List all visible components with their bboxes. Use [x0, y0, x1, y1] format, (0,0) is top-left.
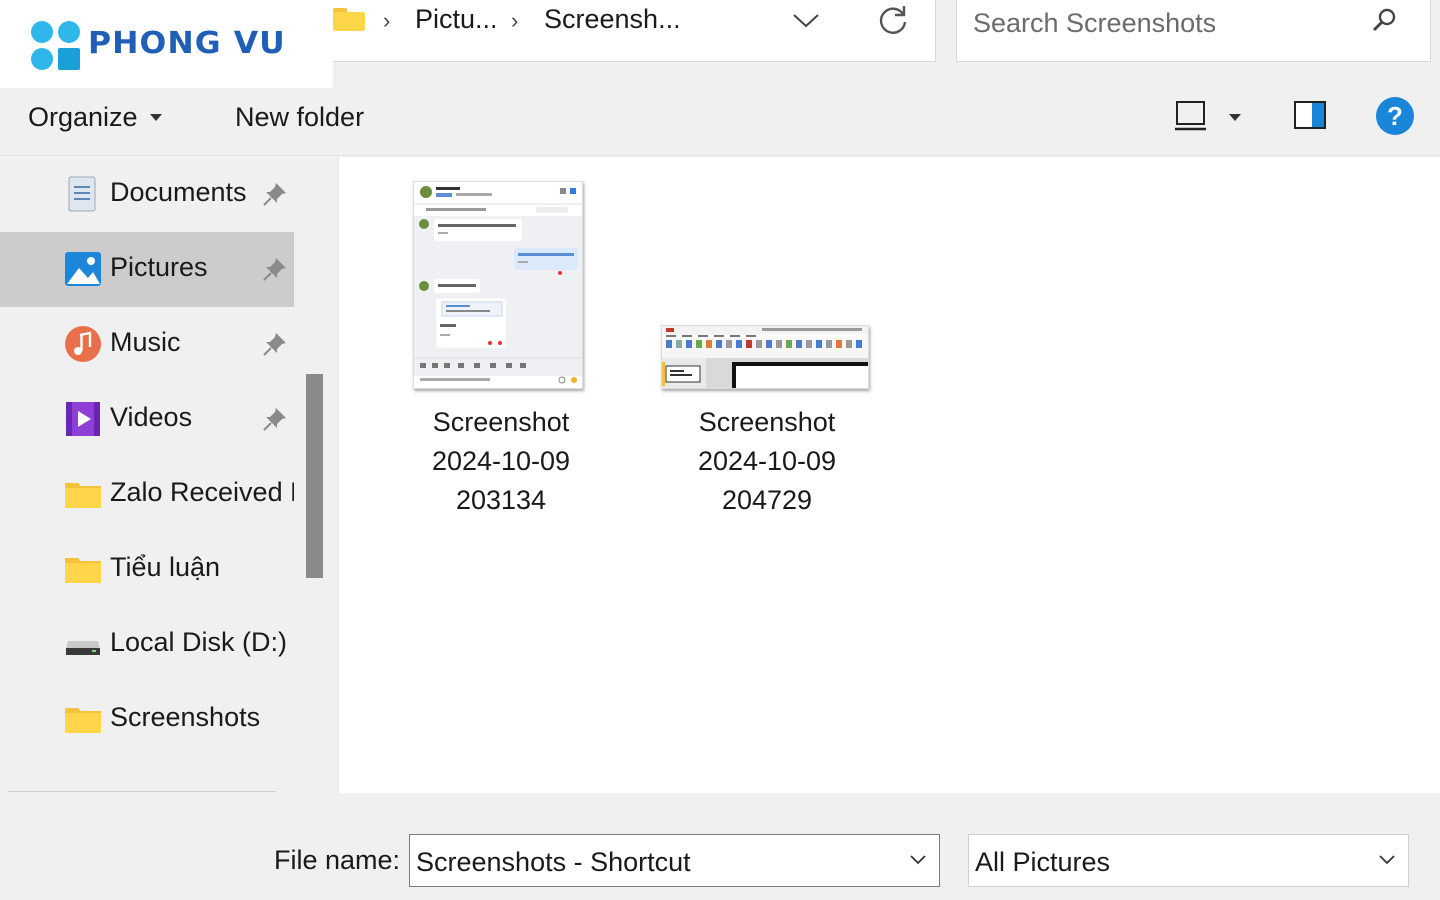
folder-icon	[65, 483, 101, 508]
sidebar-item-label: Screenshots	[110, 702, 261, 732]
sidebar-item-videos[interactable]: Videos	[0, 382, 294, 457]
address-bar[interactable]: › Pictu... › Screensh...	[300, 0, 936, 62]
new-folder-button[interactable]: New folder	[235, 102, 364, 133]
file-name-line: 2024-10-09	[697, 446, 837, 476]
search-icon[interactable]	[1369, 6, 1399, 36]
file-name-label: File name:	[274, 845, 401, 875]
sidebar-item-documents[interactable]: Documents	[0, 157, 294, 232]
navigation-pane: Documents Pictures Music Videos Zalo Rec…	[0, 157, 296, 793]
file-name-line: 204729	[721, 485, 813, 515]
folder-icon	[333, 8, 365, 31]
sidebar-item-label: Tiểu luận	[110, 552, 221, 582]
pin-icon[interactable]	[262, 331, 288, 357]
pictures-icon	[65, 252, 101, 286]
sidebar-item-label: Documents	[110, 177, 247, 207]
file-name-line: 203134	[455, 485, 547, 515]
videos-icon	[66, 402, 100, 436]
breadcrumb-separator-icon: ›	[383, 8, 391, 33]
organize-button[interactable]: Organize	[28, 102, 138, 133]
chevron-down-icon[interactable]	[1377, 851, 1397, 867]
sidebar-item-local-disk-d[interactable]: Local Disk (D:)	[0, 607, 294, 682]
view-layout-icon[interactable]	[1174, 100, 1208, 132]
pin-icon[interactable]	[262, 406, 288, 432]
file-item-screenshot-203134[interactable]: Screenshot 2024-10-09 203134	[391, 403, 611, 520]
file-list-view[interactable]: Screenshot 2024-10-09 203134 Screenshot …	[338, 157, 1440, 793]
sidebar-item-label: Pictures	[110, 252, 208, 282]
file-thumbnail[interactable]	[413, 181, 583, 389]
sidebar-item-screenshots[interactable]: Screenshots	[0, 682, 294, 757]
breadcrumb-separator-icon: ›	[511, 8, 519, 33]
help-icon[interactable]: ?	[1375, 96, 1415, 136]
breadcrumb-screenshots[interactable]: Screensh...	[544, 4, 681, 35]
sidebar-scrollbar-thumb[interactable]	[306, 374, 323, 578]
divider	[8, 791, 276, 792]
file-name-value[interactable]: Screenshots - Shortcut	[416, 847, 691, 878]
chevron-down-icon[interactable]	[908, 851, 928, 867]
pin-icon[interactable]	[262, 181, 288, 207]
preview-pane-icon[interactable]	[1293, 100, 1327, 130]
sidebar-item-tieu-luan[interactable]: Tiểu luận	[0, 532, 294, 607]
file-name-line: Screenshot	[698, 407, 836, 437]
file-item-screenshot-204729[interactable]: Screenshot 2024-10-09 204729	[657, 403, 877, 520]
breadcrumb-pictures[interactable]: Pictu...	[415, 4, 498, 35]
refresh-icon[interactable]	[875, 2, 911, 38]
pin-icon[interactable]	[262, 256, 288, 282]
logo-mark-icon	[28, 20, 82, 72]
brand-logo: PHONG VU	[0, 0, 333, 88]
file-dialog-footer: File name: Screenshots - Shortcut All Pi…	[0, 793, 1440, 900]
search-placeholder: Search Screenshots	[973, 8, 1217, 38]
file-type-select[interactable]: All Pictures	[968, 834, 1409, 887]
file-name-line: 2024-10-09	[431, 446, 571, 476]
folder-icon	[65, 558, 101, 583]
file-name-line: Screenshot	[432, 407, 570, 437]
sidebar-item-zalo-received[interactable]: Zalo Received F	[0, 457, 294, 532]
folder-icon	[65, 708, 101, 733]
logo-text: PHONG VU	[88, 26, 286, 61]
svg-text:?: ?	[1387, 101, 1403, 131]
drive-icon	[66, 641, 100, 655]
command-bar: Organize New folder ?	[0, 80, 1440, 156]
file-name-field[interactable]: Screenshots - Shortcut	[409, 834, 940, 887]
sidebar-item-label: Local Disk (D:)	[110, 627, 288, 657]
search-input[interactable]: Search Screenshots	[956, 0, 1431, 62]
file-type-value: All Pictures	[975, 847, 1111, 877]
caret-down-icon[interactable]	[150, 114, 162, 121]
sidebar-item-label: Zalo Received F	[110, 477, 294, 507]
chevron-down-icon[interactable]	[791, 8, 821, 32]
music-icon	[65, 326, 101, 362]
sidebar-item-music[interactable]: Music	[0, 307, 294, 382]
sidebar-item-label: Music	[110, 327, 181, 357]
view-options-caret-icon[interactable]	[1229, 114, 1241, 121]
file-thumbnail[interactable]	[661, 325, 869, 389]
sidebar-item-pictures[interactable]: Pictures	[0, 232, 294, 307]
sidebar-item-label: Videos	[110, 402, 193, 432]
documents-icon	[68, 176, 96, 212]
